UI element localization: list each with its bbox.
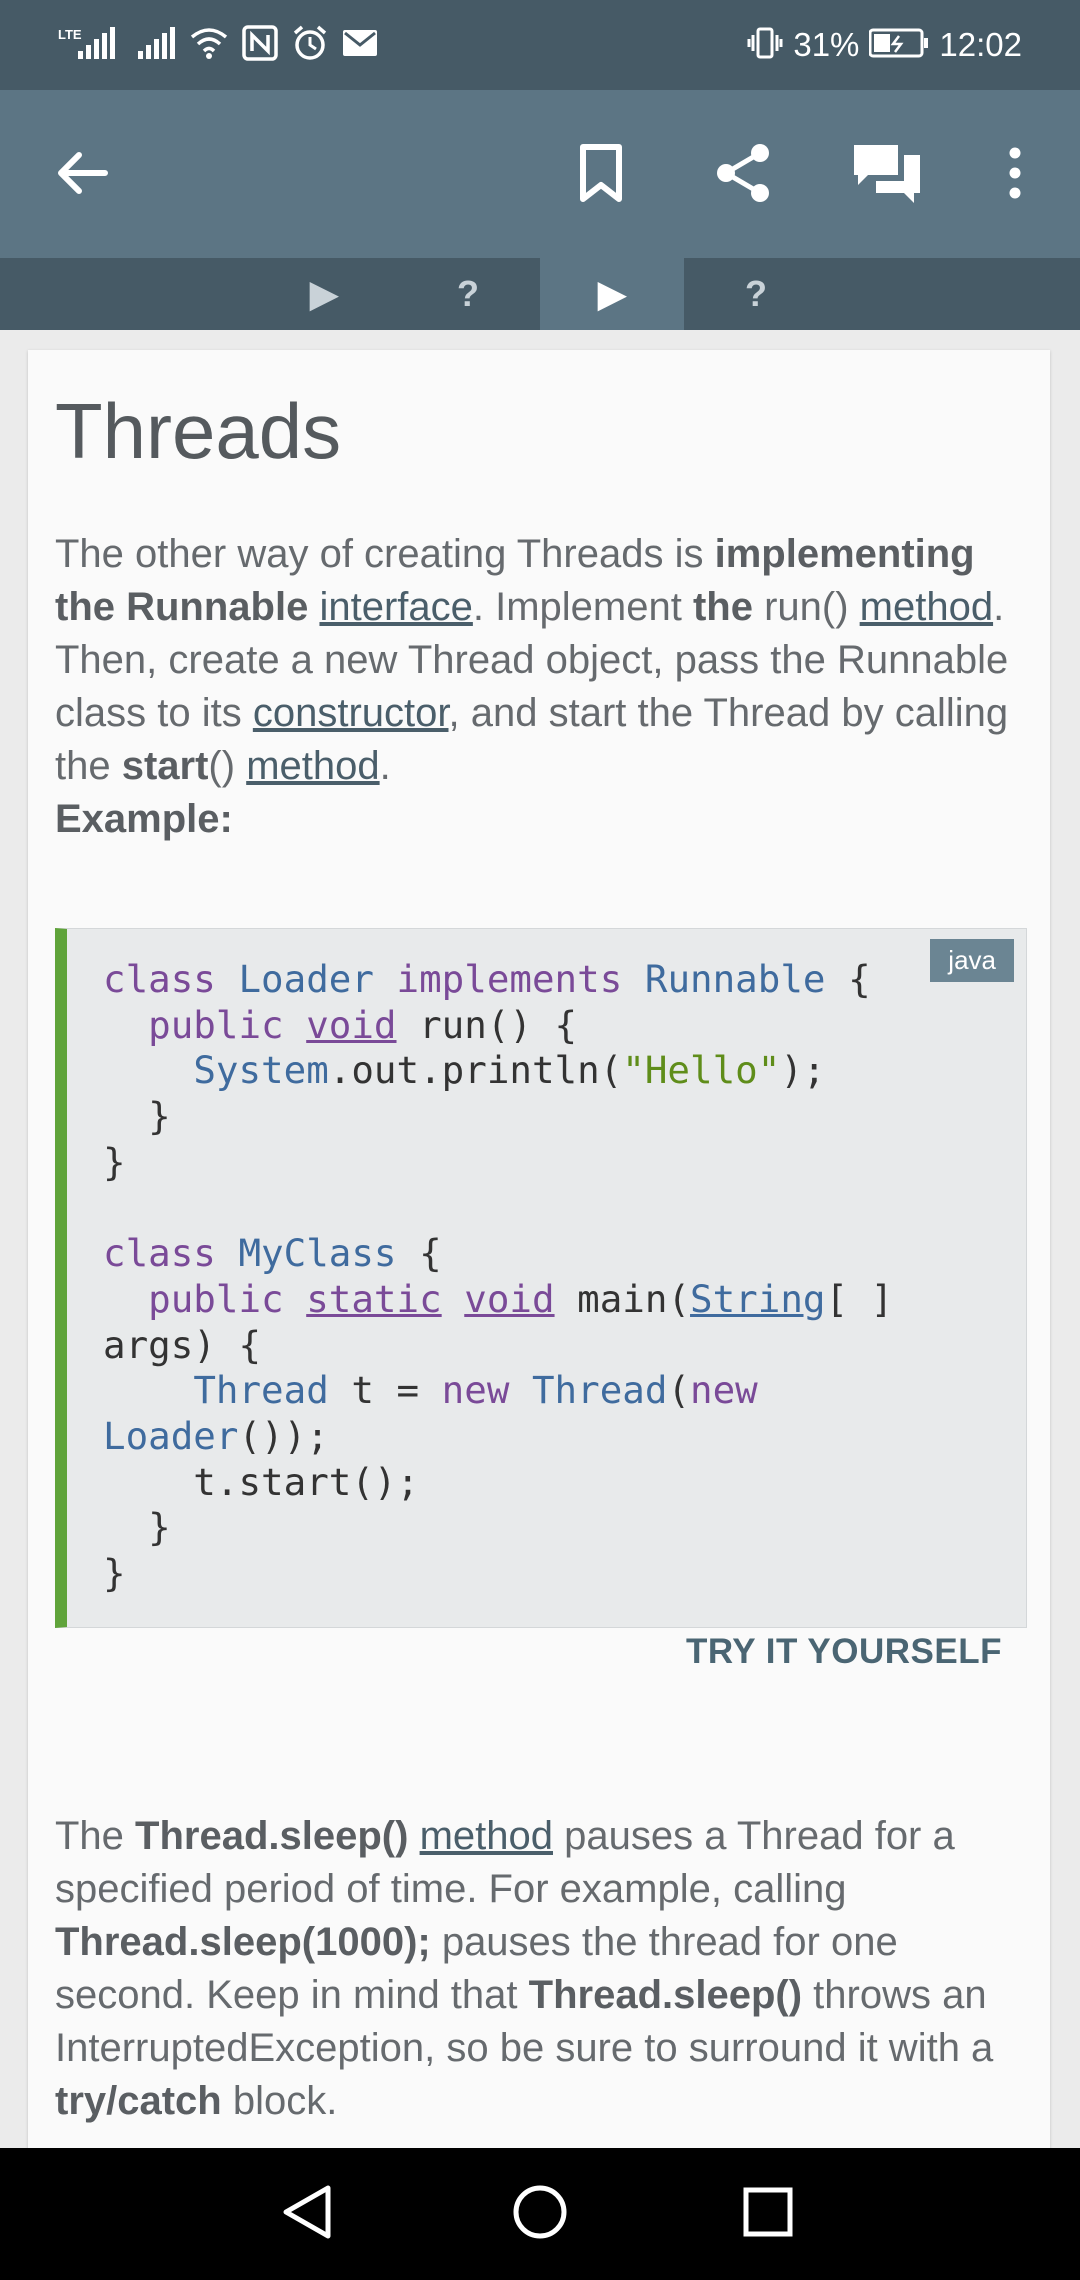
nav-back-button[interactable]	[268, 2174, 348, 2254]
code-line: System.out.println("Hello");	[193, 1048, 826, 1093]
share-icon	[714, 143, 774, 208]
play-icon: ▶	[598, 273, 626, 314]
code-line: }	[103, 1551, 126, 1596]
more-vert-icon	[1007, 147, 1023, 204]
back-button[interactable]	[36, 130, 126, 220]
question-icon: ?	[457, 273, 479, 314]
play-icon: ▶	[310, 273, 338, 314]
code-line: class MyClass {	[103, 1231, 442, 1276]
comments-button[interactable]	[842, 130, 932, 220]
code-line: Thread t = new Thread(new	[193, 1368, 758, 1413]
alarm-icon	[292, 25, 328, 66]
recents-square-icon	[740, 2184, 796, 2245]
status-left-icons: LTE	[58, 24, 378, 66]
app-bar	[0, 90, 1080, 258]
link-interface[interactable]: interface	[319, 585, 472, 629]
question-icon: ?	[745, 273, 767, 314]
vibrate-icon	[747, 25, 783, 66]
try-it-yourself-button[interactable]: TRY IT YOURSELF	[686, 1632, 1002, 1672]
tab-quiz-1[interactable]: ?	[396, 258, 540, 330]
bookmark-icon	[577, 143, 625, 208]
code-line: args) {	[103, 1322, 262, 1367]
code-line: class Loader implements Runnable {	[103, 957, 871, 1001]
code-line: public static void main(String[ ]	[148, 1276, 894, 1321]
lesson-card: Threads The other way of creating Thread…	[28, 350, 1050, 2150]
lesson-tab-bar: ▶ ? ▶ ?	[0, 258, 1080, 330]
clock: 12:02	[939, 26, 1022, 63]
nfc-icon	[242, 24, 278, 66]
nav-home-button[interactable]	[500, 2174, 580, 2254]
tab-quiz-2[interactable]: ?	[684, 258, 828, 330]
nav-recents-button[interactable]	[728, 2174, 808, 2254]
share-button[interactable]	[699, 130, 789, 220]
home-circle-icon	[510, 2182, 570, 2247]
battery-icon	[868, 28, 929, 63]
back-triangle-icon	[278, 2182, 338, 2247]
svg-text:LTE: LTE	[58, 27, 82, 42]
bookmark-button[interactable]	[556, 130, 646, 220]
link-method[interactable]: method	[860, 585, 993, 629]
wifi-icon	[190, 25, 228, 66]
tab-lesson-2[interactable]: ▶	[540, 258, 684, 330]
code-line: }	[103, 1139, 126, 1184]
example-label: Example:	[55, 797, 233, 841]
code-line: Loader());	[103, 1414, 329, 1459]
system-nav-bar	[0, 2148, 1080, 2280]
comments-icon	[852, 141, 922, 210]
lesson-paragraph-1: The other way of creating Threads is imp…	[55, 532, 1009, 841]
code-block[interactable]: java class Loader implements Runnable { …	[55, 928, 1027, 1628]
more-options-button[interactable]	[970, 130, 1060, 220]
code-line: t.start();	[103, 1459, 420, 1504]
code-language-badge: java	[930, 939, 1014, 982]
tab-lesson-1[interactable]: ▶	[252, 258, 396, 330]
battery-percent: 31%	[793, 26, 860, 63]
status-right-icons: 31% 12:02	[747, 25, 1022, 66]
code-text: class Loader implements Runnable { publi…	[103, 957, 893, 1597]
status-bar: LTE 31% 12:02	[0, 0, 1080, 90]
code-line: }	[103, 1505, 171, 1550]
code-line: public void run() {	[148, 1002, 578, 1047]
link-method[interactable]: method	[420, 1814, 553, 1858]
link-method[interactable]: method	[246, 744, 379, 788]
link-constructor[interactable]: constructor	[253, 691, 449, 735]
mail-icon	[342, 28, 378, 63]
lte-signal-icon: LTE	[58, 25, 122, 66]
lesson-paragraph-2: The Thread.sleep() method pauses a Threa…	[55, 1814, 994, 2123]
code-line: }	[103, 1094, 171, 1139]
back-arrow-icon	[53, 149, 109, 202]
lesson-title: Threads	[55, 387, 342, 475]
signal-icon	[136, 25, 176, 66]
